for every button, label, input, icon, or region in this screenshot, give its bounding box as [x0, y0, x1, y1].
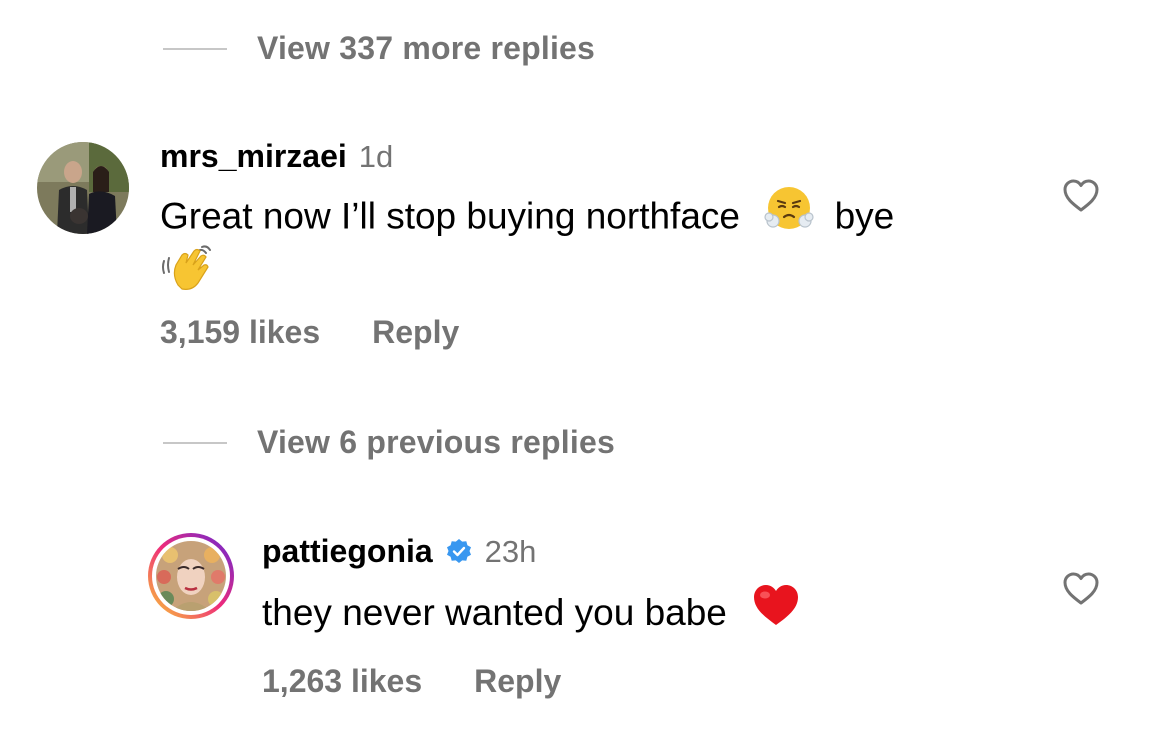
- comment-header: pattiegonia 23h: [262, 533, 536, 570]
- comment-header: mrs_mirzaei 1d: [160, 138, 393, 175]
- comment-text: Great now I’ll stop buying northface bye: [160, 183, 894, 254]
- face-with-steam-emoji: [764, 183, 814, 254]
- avatar: [156, 541, 226, 611]
- username[interactable]: mrs_mirzaei: [160, 138, 347, 175]
- reply-button[interactable]: Reply: [372, 314, 459, 351]
- comment-text: they never wanted you babe: [262, 580, 801, 650]
- comment-text-part1: Great now I’ll stop buying northface: [160, 195, 740, 237]
- red-heart-emoji: [751, 581, 801, 650]
- like-heart-icon[interactable]: [1061, 176, 1101, 216]
- comments-thread: View 337 more replies mrs_mirzaei 1d Gre…: [0, 0, 1169, 753]
- like-heart-icon[interactable]: [1061, 569, 1101, 609]
- thread-divider-line: [163, 47, 227, 50]
- comment-meta: 3,159 likes Reply: [160, 314, 459, 351]
- likes-count[interactable]: 1,263 likes: [262, 663, 422, 700]
- story-ring[interactable]: [148, 533, 234, 619]
- avatar-photo: [156, 541, 226, 611]
- view-previous-replies-button[interactable]: View 6 previous replies: [163, 424, 615, 461]
- thread-divider-line: [163, 441, 227, 444]
- view-more-replies-label: View 337 more replies: [257, 30, 596, 66]
- avatar-photo: [37, 142, 129, 234]
- timestamp: 23h: [484, 533, 537, 569]
- waving-hand-emoji: [160, 245, 218, 298]
- comment-meta: 1,263 likes Reply: [262, 663, 561, 700]
- comment-text-part2: bye: [834, 195, 895, 237]
- view-previous-replies-label: View 6 previous replies: [257, 424, 615, 460]
- timestamp: 1d: [358, 138, 394, 174]
- view-more-replies-button[interactable]: View 337 more replies: [163, 30, 595, 67]
- avatar[interactable]: [37, 142, 129, 234]
- likes-count[interactable]: 3,159 likes: [160, 314, 320, 351]
- verified-badge-icon: [445, 538, 473, 566]
- username[interactable]: pattiegonia: [262, 533, 433, 570]
- comment-text-part1: they never wanted you babe: [262, 592, 727, 633]
- reply-button[interactable]: Reply: [474, 663, 561, 700]
